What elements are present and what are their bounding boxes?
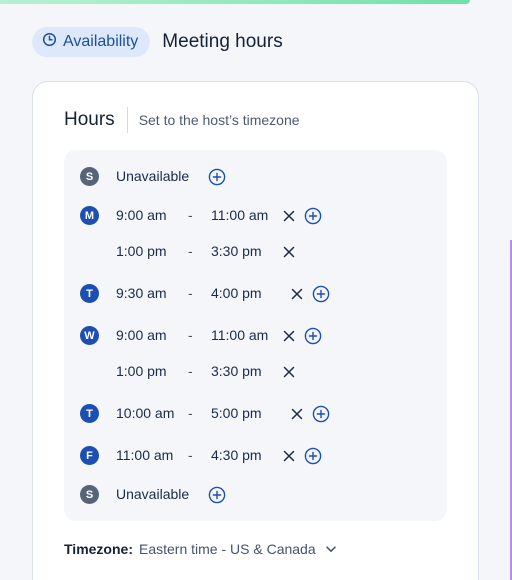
plus-circle-icon[interactable] [304, 447, 322, 465]
start-time[interactable]: 10:00 am [116, 405, 174, 421]
card-subtitle: Set to the host’s timezone [138, 112, 300, 128]
weekly-schedule: S Unavailable M 9:00 am - 11:00 am 1:00 … [64, 150, 447, 521]
timezone-selector[interactable]: Timezone: Eastern time - US & Canada [64, 539, 338, 559]
card-title: Hours [64, 109, 115, 130]
close-icon[interactable] [288, 405, 306, 423]
start-time[interactable]: 9:30 am [116, 285, 167, 301]
start-time[interactable]: 9:00 am [116, 327, 167, 343]
start-time[interactable]: 1:00 pm [116, 243, 167, 259]
end-time[interactable]: 3:30 pm [211, 363, 262, 379]
time-separator: - [188, 243, 193, 259]
page-title: Meeting hours [162, 31, 283, 52]
day-badge: T [80, 404, 99, 423]
close-icon[interactable] [280, 243, 298, 261]
availability-tab[interactable]: Availability [32, 27, 151, 57]
plus-circle-icon[interactable] [312, 285, 330, 303]
day-badge: S [80, 167, 99, 186]
timezone-value[interactable]: Eastern time - US & Canada [139, 541, 316, 557]
close-icon[interactable] [280, 447, 298, 465]
start-time[interactable]: 9:00 am [116, 207, 167, 223]
time-separator: - [188, 207, 193, 223]
clock-icon [42, 32, 57, 52]
card-header: Hours Set to the host’s timezone [64, 106, 300, 134]
plus-circle-icon[interactable] [304, 327, 322, 345]
day-badge: W [80, 326, 99, 345]
end-time[interactable]: 11:00 am [211, 207, 268, 223]
day-badge: T [80, 284, 99, 303]
close-icon[interactable] [280, 207, 298, 225]
plus-circle-icon[interactable] [304, 207, 322, 225]
plus-circle-icon[interactable] [208, 486, 226, 504]
header-divider [126, 107, 128, 133]
time-separator: - [188, 363, 193, 379]
unavailable-text: Unavailable [116, 168, 190, 184]
time-separator: - [188, 285, 193, 301]
time-separator: - [188, 405, 193, 421]
start-time[interactable]: 1:00 pm [116, 363, 167, 379]
start-time[interactable]: 11:00 am [116, 447, 173, 463]
page-header: Availability Meeting hours [32, 27, 283, 57]
day-badge: M [80, 206, 99, 225]
end-time[interactable]: 4:30 pm [211, 447, 262, 463]
timezone-label: Timezone: [64, 541, 133, 557]
end-time[interactable]: 11:00 am [211, 327, 268, 343]
time-separator: - [188, 447, 193, 463]
close-icon[interactable] [288, 285, 306, 303]
unavailable-text: Unavailable [116, 486, 190, 502]
day-badge: F [80, 446, 99, 465]
availability-label: Availability [63, 33, 139, 50]
close-icon[interactable] [280, 327, 298, 345]
close-icon[interactable] [280, 363, 298, 381]
end-time[interactable]: 3:30 pm [211, 243, 262, 259]
chevron-down-icon[interactable] [324, 542, 338, 556]
plus-circle-icon[interactable] [208, 168, 226, 186]
time-separator: - [188, 327, 193, 343]
top-accent-bar [0, 0, 470, 4]
day-badge: S [80, 485, 99, 504]
end-time[interactable]: 5:00 pm [211, 405, 262, 421]
end-time[interactable]: 4:00 pm [211, 285, 262, 301]
hours-card: Hours Set to the host’s timezone S Unava… [32, 81, 479, 580]
plus-circle-icon[interactable] [312, 405, 330, 423]
